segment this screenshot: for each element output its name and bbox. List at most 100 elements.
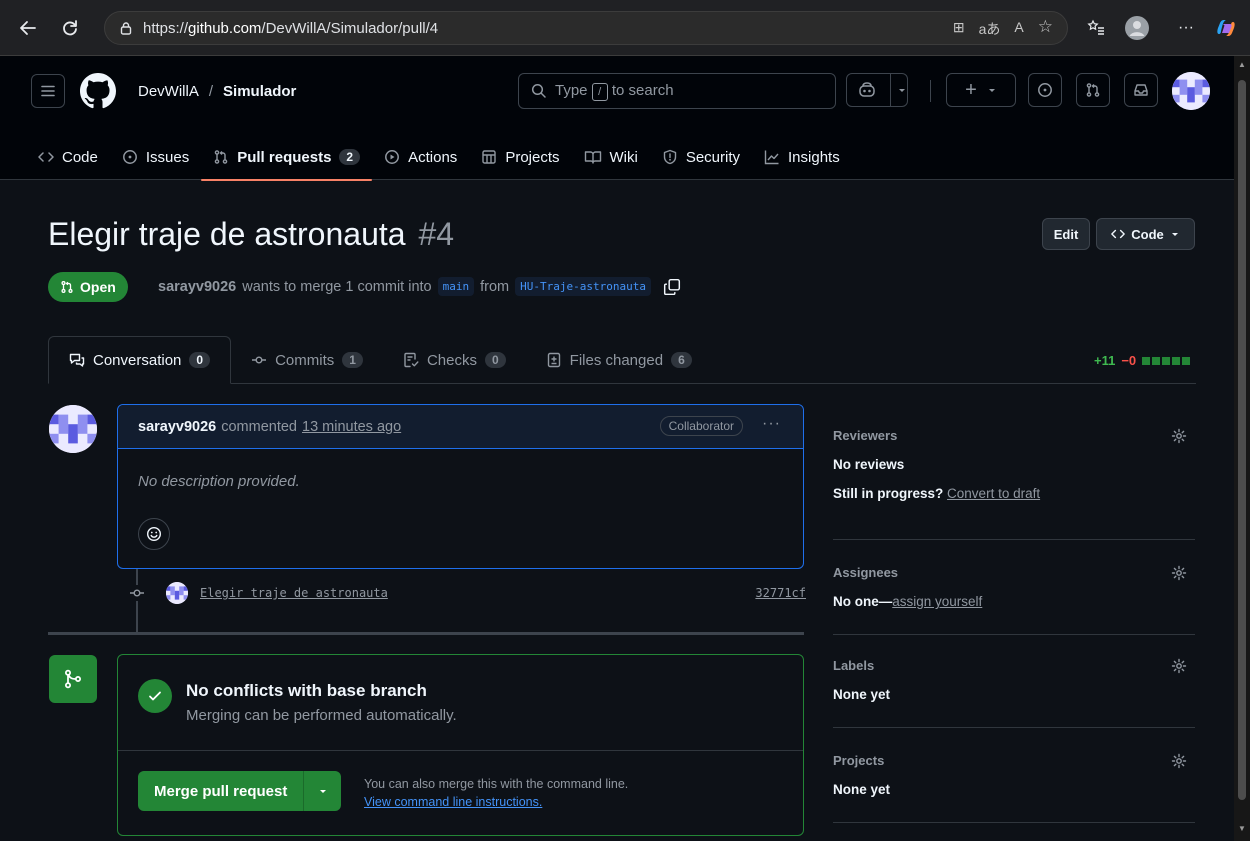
create-new-button[interactable]: + (946, 73, 1016, 107)
base-branch[interactable]: main (437, 277, 475, 296)
tab-pull-requests[interactable]: Pull requests 2 (201, 134, 373, 181)
gear-icon[interactable] (1171, 753, 1187, 769)
smiley-icon (146, 526, 162, 542)
merge-status: No conflicts with base branch Merging ca… (138, 675, 457, 724)
merge-options-dropdown[interactable] (303, 771, 342, 811)
comment-discussion-icon (69, 352, 85, 368)
commit-author-avatar[interactable] (166, 582, 188, 604)
pr-description-comment: sarayv9026 commented 13 minutes ago Coll… (117, 404, 804, 569)
scroll-down-arrow-icon[interactable]: ▼ (1238, 824, 1246, 833)
chevron-down-icon (318, 786, 328, 796)
gear-icon[interactable] (1171, 658, 1187, 674)
pr-number: #4 (418, 216, 455, 252)
browser-menu-button[interactable]: ··· (1172, 14, 1200, 42)
tab-files-changed[interactable]: Files changed 6 (526, 336, 712, 384)
browser-toolbar: https://github.com/DevWillA/Simulador/pu… (0, 0, 1250, 56)
copilot-icon[interactable] (1212, 14, 1240, 42)
tab-issues[interactable]: Issues (110, 134, 201, 180)
projects-heading[interactable]: Projects (833, 753, 1195, 768)
head-branch[interactable]: HU-Traje-astronauta (515, 277, 651, 296)
reload-icon[interactable] (58, 16, 82, 40)
assign-yourself-link[interactable]: assign yourself (892, 594, 982, 609)
merge-help: You can also merge this with the command… (364, 775, 628, 811)
tab-commits[interactable]: Commits 1 (231, 336, 383, 384)
commit-message-link[interactable]: Elegir traje de astronauta (200, 586, 388, 600)
address-bar[interactable]: https://github.com/DevWillA/Simulador/pu… (104, 11, 1068, 45)
issues-button[interactable] (1028, 73, 1062, 107)
translate-icon[interactable]: aあ (979, 19, 1001, 39)
command-line-instructions-link[interactable]: View command line instructions. (364, 795, 542, 809)
labels-heading[interactable]: Labels (833, 658, 1195, 673)
inbox-button[interactable] (1124, 73, 1158, 107)
comment-timestamp[interactable]: 13 minutes ago (302, 419, 401, 435)
gear-icon[interactable] (1171, 565, 1187, 581)
tab-conversation[interactable]: Conversation 0 (48, 336, 232, 384)
read-aloud-icon[interactable]: A (1014, 19, 1023, 39)
search-input[interactable]: Type / to search (518, 73, 836, 109)
github-logo-icon[interactable] (80, 73, 116, 109)
shield-icon (662, 149, 678, 165)
tab-actions[interactable]: Actions (372, 134, 469, 180)
comment-author-avatar[interactable] (49, 405, 97, 453)
repo-name-link[interactable]: Simulador (223, 83, 296, 100)
merge-status-subtitle: Merging can be performed automatically. (186, 707, 457, 724)
convert-to-draft-link[interactable]: Convert to draft (947, 486, 1040, 501)
comment-options-button[interactable]: ··· (762, 415, 781, 433)
favorites-icon[interactable] (1082, 14, 1110, 42)
draft-prompt: Still in progress? Convert to draft (833, 486, 1041, 501)
tab-wiki[interactable]: Wiki (572, 134, 650, 180)
merge-box-divider (118, 750, 803, 751)
commit-icon (126, 585, 148, 601)
scroll-up-arrow-icon[interactable]: ▲ (1238, 60, 1246, 69)
tab-insights[interactable]: Insights (752, 134, 852, 180)
merge-pull-request-button[interactable]: Merge pull request (138, 771, 304, 811)
pr-state-badge: Open (48, 272, 128, 302)
slash-key-hint: / (591, 82, 608, 101)
sidebar-divider (833, 727, 1195, 728)
commit-sha-link[interactable]: 32771cf (755, 586, 806, 600)
timeline-commit: Elegir traje de astronauta 32771cf (126, 580, 806, 606)
app-available-icon[interactable]: ⊞ (953, 19, 965, 39)
tab-security[interactable]: Security (650, 134, 752, 180)
assignees-value: No one—assign yourself (833, 594, 983, 609)
file-diff-icon (546, 352, 562, 368)
scrollbar-thumb[interactable] (1238, 80, 1246, 800)
pull-request-icon (60, 280, 74, 294)
repo-owner-link[interactable]: DevWillA (138, 83, 199, 100)
search-placeholder: Type / to search (555, 81, 674, 101)
code-dropdown-button[interactable]: Code (1096, 218, 1195, 250)
tab-checks[interactable]: Checks 0 (383, 336, 526, 384)
copilot-button[interactable] (846, 73, 908, 107)
tab-code[interactable]: Code (26, 134, 110, 180)
pull-request-icon (213, 149, 229, 165)
copy-icon[interactable] (663, 278, 681, 296)
profile-avatar-icon[interactable] (1123, 14, 1151, 42)
merge-box: No conflicts with base branch Merging ca… (117, 654, 804, 836)
user-avatar[interactable] (1172, 72, 1210, 110)
copilot-icon (858, 81, 876, 99)
header-divider (930, 80, 931, 102)
comment-author-link[interactable]: sarayv9026 (138, 419, 216, 435)
checklist-icon (403, 352, 419, 368)
pr-tabs: Conversation 0 Commits 1 Checks 0 Files … (48, 336, 712, 384)
files-changed-count: 6 (671, 352, 692, 368)
check-circle-icon (138, 679, 172, 713)
hamburger-menu-button[interactable] (31, 74, 65, 108)
merge-status-title: No conflicts with base branch (186, 681, 427, 700)
add-reaction-button[interactable] (138, 518, 170, 550)
timeline-divider (48, 632, 804, 635)
tab-projects[interactable]: Projects (469, 134, 571, 180)
favorite-star-icon[interactable]: ☆ (1038, 17, 1053, 39)
labels-value: None yet (833, 687, 891, 702)
assignees-heading[interactable]: Assignees (833, 565, 1195, 580)
gear-icon[interactable] (1171, 428, 1187, 444)
reviewers-heading[interactable]: Reviewers (833, 428, 1195, 443)
page-scrollbar[interactable]: ▲ ▼ (1234, 56, 1250, 841)
pull-requests-button[interactable] (1076, 73, 1110, 107)
diffstat-additions: +11 (1094, 353, 1116, 368)
repo-breadcrumb: DevWillA / Simulador (138, 83, 296, 100)
pr-author-link[interactable]: sarayv9026 (158, 279, 236, 295)
back-arrow-icon[interactable] (16, 16, 40, 40)
edit-title-button[interactable]: Edit (1042, 218, 1090, 250)
url-text: https://github.com/DevWillA/Simulador/pu… (143, 19, 439, 37)
